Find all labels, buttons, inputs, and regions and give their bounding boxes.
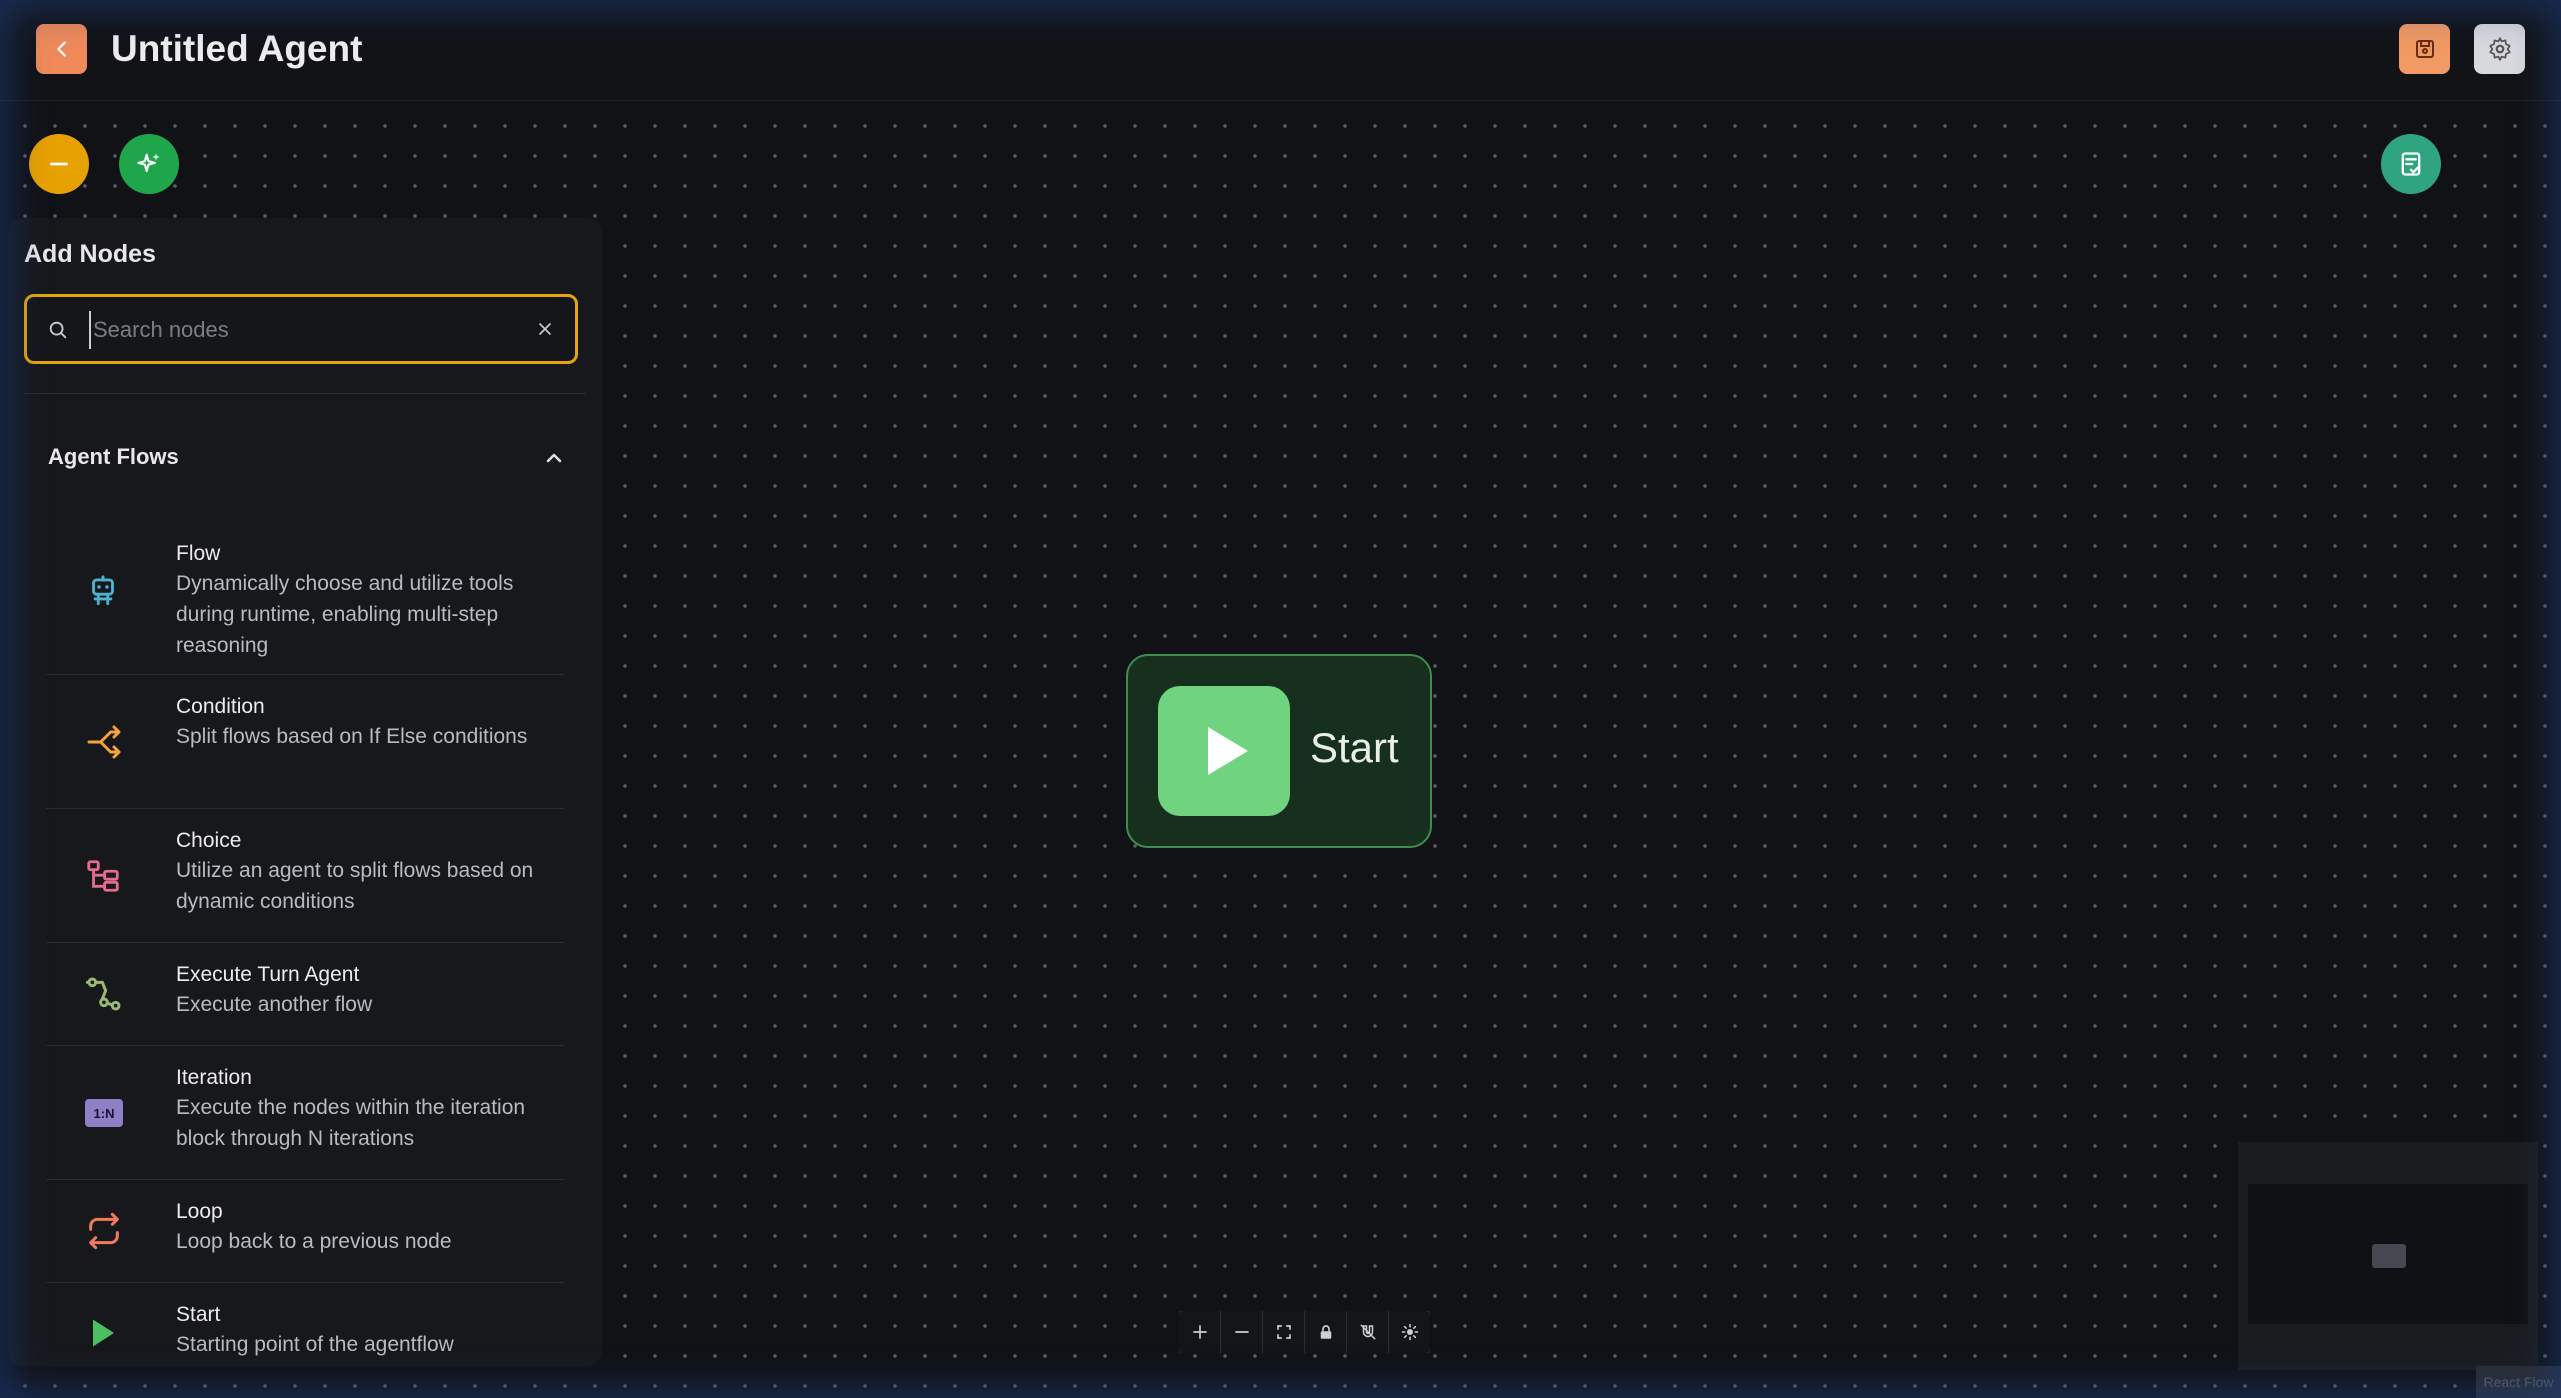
route-icon [85, 977, 121, 1011]
fit-view-icon [1276, 1325, 1291, 1339]
minimap[interactable] [2238, 1142, 2538, 1370]
search-input[interactable] [89, 311, 515, 349]
search-box[interactable] [24, 294, 578, 364]
node-item-choice[interactable]: Choice Utilize an agent to split flows b… [46, 809, 564, 943]
minus-icon [50, 162, 68, 166]
node-name: Choice [176, 829, 242, 852]
node-item-flow[interactable]: Flow Dynamically choose and utilize tool… [46, 508, 564, 675]
iteration-icon: 1:N [85, 1099, 123, 1127]
theme-toggle-button[interactable] [1389, 1311, 1430, 1353]
node-description: Starting point of the agentflow [176, 1333, 454, 1356]
start-node-label: Start [1310, 724, 1399, 771]
validate-flow-button[interactable] [2381, 134, 2441, 194]
node-list: Flow Dynamically choose and utilize tool… [46, 508, 564, 1366]
sun-icon [1401, 1323, 1418, 1341]
minimap-node [2372, 1244, 2406, 1268]
settings-button[interactable] [2474, 24, 2525, 74]
add-nodes-panel: Add Nodes Agent Flows Flow Dynamically c… [8, 218, 602, 1366]
node-item-execute-turn-agent[interactable]: Execute Turn Agent Execute another flow [46, 943, 564, 1046]
node-description: Split flows based on If Else conditions [176, 725, 528, 748]
snap-toggle-button[interactable] [1347, 1311, 1389, 1353]
minus-icon [1234, 1331, 1249, 1333]
node-item-condition[interactable]: Condition Split flows based on If Else c… [46, 675, 564, 809]
zoom-out-button[interactable] [1221, 1311, 1263, 1353]
node-name: Loop [176, 1200, 223, 1223]
agent-title[interactable]: Untitled Agent [111, 24, 362, 74]
zoom-in-button[interactable] [1179, 1311, 1221, 1353]
node-name: Execute Turn Agent [176, 963, 360, 986]
plus-icon [1192, 1325, 1207, 1339]
canvas-controls [1179, 1311, 1430, 1353]
lock-icon [1320, 1325, 1331, 1339]
node-name: Condition [176, 695, 265, 718]
svg-text:1:N: 1:N [94, 1106, 115, 1121]
minimap-viewport[interactable] [2248, 1184, 2528, 1324]
collapse-add-nodes-button[interactable] [29, 134, 89, 194]
generate-agent-button[interactable] [119, 134, 179, 194]
divider [24, 393, 586, 394]
play-icon [93, 1319, 114, 1347]
close-icon[interactable] [535, 319, 555, 339]
node-item-start[interactable]: Start Starting point of the agentflow [46, 1283, 564, 1366]
node-description: Loop back to a previous node [176, 1230, 452, 1253]
node-item-iteration[interactable]: 1:N Iteration Execute the nodes within t… [46, 1046, 564, 1180]
section-label: Agent Flows [48, 444, 179, 469]
section-agent-flows-header[interactable]: Agent Flows [48, 438, 566, 478]
node-item-loop[interactable]: Loop Loop back to a previous node [46, 1180, 564, 1283]
node-name: Iteration [176, 1066, 252, 1089]
save-button[interactable] [2399, 24, 2450, 74]
chevron-left-icon [56, 41, 66, 57]
save-icon [2415, 40, 2434, 58]
start-node[interactable]: Start [1126, 654, 1432, 848]
tree-icon [87, 860, 119, 892]
clipboard-check-icon [2401, 152, 2421, 176]
lock-button[interactable] [1305, 1311, 1347, 1353]
back-button[interactable] [36, 24, 87, 74]
start-node-icon-box [1158, 686, 1290, 816]
magnet-off-icon [1360, 1324, 1375, 1340]
gear-icon [2488, 37, 2511, 61]
node-description: Execute another flow [176, 993, 373, 1016]
loop-icon [89, 1212, 119, 1250]
node-description: Dynamically choose and utilize tools dur… [176, 572, 514, 657]
chevron-up-icon[interactable] [542, 446, 566, 470]
search-icon [49, 321, 67, 339]
panel-title: Add Nodes [24, 240, 156, 268]
top-bar: Untitled Agent [0, 0, 2561, 101]
split-icon [87, 725, 121, 759]
sparkles-icon [137, 153, 160, 173]
node-name: Start [176, 1303, 221, 1326]
attribution[interactable]: React Flow [2476, 1366, 2561, 1398]
node-name: Flow [176, 542, 221, 565]
play-icon [1208, 727, 1248, 775]
robot-icon [92, 575, 114, 606]
node-description: Execute the nodes within the iteration b… [176, 1096, 526, 1150]
fit-view-button[interactable] [1263, 1311, 1305, 1353]
node-description: Utilize an agent to split flows based on… [176, 859, 534, 913]
